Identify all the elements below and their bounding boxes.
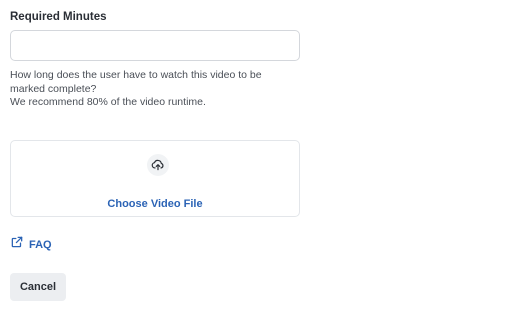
help-text-line: How long does the user have to watch thi… <box>10 69 262 81</box>
cloud-upload-icon <box>147 154 169 176</box>
faq-label: FAQ <box>29 238 52 251</box>
required-minutes-input[interactable] <box>10 30 300 61</box>
choose-video-file-dropzone[interactable]: Choose Video File <box>10 140 300 217</box>
faq-link[interactable]: FAQ <box>10 235 52 254</box>
required-minutes-label: Required Minutes <box>10 11 107 23</box>
choose-video-file-label[interactable]: Choose Video File <box>11 198 299 210</box>
external-link-icon <box>10 235 24 254</box>
help-text-line: marked complete? <box>10 82 97 95</box>
help-text-line: We recommend 80% of the video runtime. <box>10 96 206 108</box>
cancel-button[interactable]: Cancel <box>10 273 66 301</box>
required-minutes-help: How long does the user have to watch thi… <box>10 69 300 110</box>
video-requirements-form: Required Minutes How long does the user … <box>0 0 512 312</box>
